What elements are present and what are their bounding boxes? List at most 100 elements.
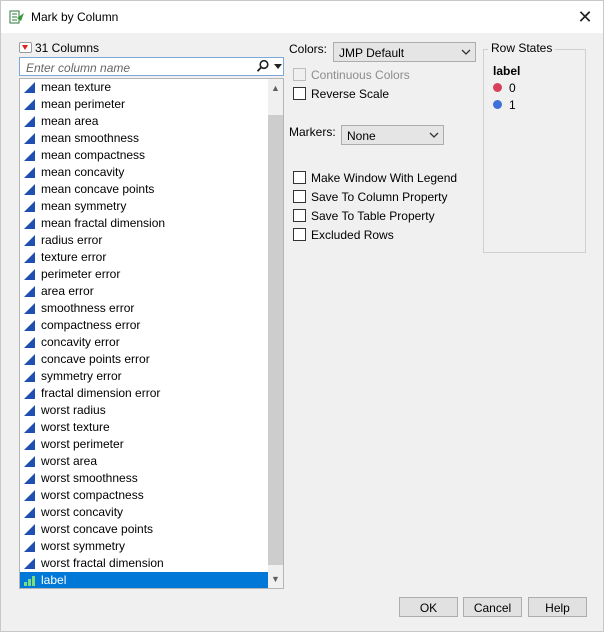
search-options-dropdown-icon[interactable] xyxy=(273,59,283,73)
column-list-item[interactable]: worst concavity xyxy=(20,504,268,521)
colors-label: Colors: xyxy=(289,42,328,56)
cancel-button[interactable]: Cancel xyxy=(463,597,522,617)
continuous-column-icon xyxy=(24,320,35,331)
column-search-input[interactable] xyxy=(24,59,250,76)
column-name: perimeter error xyxy=(41,267,121,281)
column-name: worst perimeter xyxy=(41,437,124,451)
continuous-column-icon xyxy=(24,354,35,365)
continuous-column-icon xyxy=(24,82,35,93)
markers-dropdown[interactable]: None xyxy=(341,125,444,145)
continuous-column-icon xyxy=(24,184,35,195)
continuous-column-icon xyxy=(24,269,35,280)
continuous-column-icon xyxy=(24,405,35,416)
jmp-app-icon xyxy=(9,10,24,24)
column-list-item[interactable]: worst concave points xyxy=(20,521,268,538)
column-name: mean compactness xyxy=(41,148,146,162)
column-list-item[interactable]: worst texture xyxy=(20,419,268,436)
save-to-table-property-label: Save To Table Property xyxy=(311,209,435,223)
column-name: mean concave points xyxy=(41,182,155,196)
scroll-down-arrow-icon[interactable]: ▼ xyxy=(268,571,283,587)
column-list-item[interactable]: mean texture xyxy=(20,79,268,96)
column-search-box xyxy=(19,57,284,76)
column-list-item[interactable]: mean perimeter xyxy=(20,96,268,113)
column-list-item[interactable]: mean area xyxy=(20,113,268,130)
column-list-item[interactable]: mean symmetry xyxy=(20,198,268,215)
column-list-item[interactable]: mean smoothness xyxy=(20,130,268,147)
continuous-column-icon xyxy=(24,507,35,518)
column-list-item[interactable]: mean compactness xyxy=(20,147,268,164)
continuous-colors-label: Continuous Colors xyxy=(311,68,410,82)
make-window-with-legend-label: Make Window With Legend xyxy=(311,171,458,185)
column-name: mean symmetry xyxy=(41,199,127,213)
continuous-column-icon xyxy=(24,150,35,161)
column-list-item[interactable]: concavity error xyxy=(20,334,268,351)
continuous-column-icon xyxy=(24,201,35,212)
column-name: concavity error xyxy=(41,335,120,349)
continuous-column-icon xyxy=(24,99,35,110)
save-to-table-property-checkbox[interactable] xyxy=(293,209,306,222)
ordinal-column-icon xyxy=(24,576,35,586)
search-icon[interactable] xyxy=(256,59,270,73)
level-0-color-swatch xyxy=(493,83,502,92)
column-list-item[interactable]: mean concave points xyxy=(20,181,268,198)
column-list-item[interactable]: radius error xyxy=(20,232,268,249)
column-name: texture error xyxy=(41,250,107,264)
close-icon[interactable]: ✕ xyxy=(573,5,597,29)
continuous-column-icon xyxy=(24,439,35,450)
excluded-rows-checkbox[interactable] xyxy=(293,228,306,241)
level-0-label: 0 xyxy=(509,81,516,95)
column-list-item[interactable]: texture error xyxy=(20,249,268,266)
column-list-item[interactable]: symmetry error xyxy=(20,368,268,385)
continuous-column-icon xyxy=(24,524,35,535)
save-to-column-property-checkbox[interactable] xyxy=(293,190,306,203)
ok-button[interactable]: OK xyxy=(399,597,458,617)
continuous-column-icon xyxy=(24,252,35,263)
column-name: worst area xyxy=(41,454,98,468)
make-window-with-legend-checkbox[interactable] xyxy=(293,171,306,184)
scrollbar-thumb[interactable] xyxy=(268,115,283,565)
continuous-column-icon xyxy=(24,116,35,127)
continuous-column-icon xyxy=(24,473,35,484)
chevron-down-icon xyxy=(429,132,439,138)
continuous-column-icon xyxy=(24,133,35,144)
red-triangle-menu-icon[interactable] xyxy=(19,42,32,53)
scroll-up-arrow-icon[interactable]: ▲ xyxy=(268,80,283,96)
column-list-item[interactable]: perimeter error xyxy=(20,266,268,283)
reverse-scale-checkbox[interactable] xyxy=(293,87,306,100)
column-list-item[interactable]: label xyxy=(20,572,268,588)
column-list-item[interactable]: mean fractal dimension xyxy=(20,215,268,232)
column-name: worst concave points xyxy=(41,522,154,536)
continuous-column-icon xyxy=(24,558,35,569)
help-button[interactable]: Help xyxy=(528,597,587,617)
column-list-item[interactable]: worst compactness xyxy=(20,487,268,504)
continuous-colors-checkbox[interactable] xyxy=(293,68,306,81)
column-name: fractal dimension error xyxy=(41,386,161,400)
row-states-group xyxy=(483,49,586,253)
column-list-item[interactable]: area error xyxy=(20,283,268,300)
column-list-item[interactable]: worst area xyxy=(20,453,268,470)
column-list-item[interactable]: worst perimeter xyxy=(20,436,268,453)
column-name: mean fractal dimension xyxy=(41,216,166,230)
column-list-item[interactable]: concave points error xyxy=(20,351,268,368)
column-name: mean concavity xyxy=(41,165,125,179)
continuous-column-icon xyxy=(24,541,35,552)
column-list-item[interactable]: worst fractal dimension xyxy=(20,555,268,572)
column-list-item[interactable]: mean concavity xyxy=(20,164,268,181)
window-title: Mark by Column xyxy=(31,10,119,24)
continuous-column-icon xyxy=(24,456,35,467)
column-name: worst radius xyxy=(41,403,106,417)
continuous-column-icon xyxy=(24,490,35,501)
column-name: compactness error xyxy=(41,318,141,332)
colors-dropdown[interactable]: JMP Default xyxy=(333,42,476,62)
column-list-item[interactable]: worst radius xyxy=(20,402,268,419)
column-list-item[interactable]: worst smoothness xyxy=(20,470,268,487)
column-list-item[interactable]: smoothness error xyxy=(20,300,268,317)
column-list-scrollbar[interactable]: ▲ ▼ xyxy=(268,79,283,588)
column-list-item[interactable]: fractal dimension error xyxy=(20,385,268,402)
column-name: worst texture xyxy=(41,420,110,434)
colors-value: JMP Default xyxy=(339,46,405,60)
column-list-item[interactable]: compactness error xyxy=(20,317,268,334)
column-name: concave points error xyxy=(41,352,150,366)
column-list-item[interactable]: worst symmetry xyxy=(20,538,268,555)
save-to-column-property-label: Save To Column Property xyxy=(311,190,448,204)
